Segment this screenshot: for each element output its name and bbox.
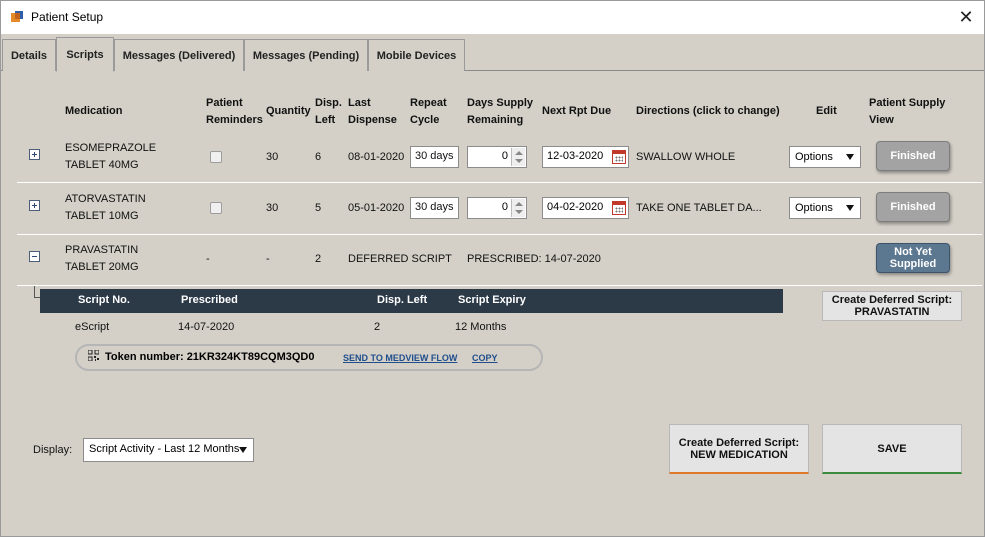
edit-options-select[interactable]: Options: [789, 146, 861, 168]
subgrid-col-script-no: Script No.: [78, 294, 130, 306]
window-title: Patient Setup: [31, 10, 104, 24]
directions-text[interactable]: SWALLOW WHOLE: [636, 149, 735, 166]
row-divider: [17, 285, 982, 286]
last-dispense-value: 05-01-2020: [348, 202, 405, 214]
tab-scripts[interactable]: Scripts: [56, 37, 114, 72]
tab-mobile-devices[interactable]: Mobile Devices: [368, 39, 465, 71]
script-subgrid-header: Script No. Prescribed Disp. Left Script …: [40, 289, 783, 313]
app-icon: [11, 11, 23, 22]
expand-row-atorvastatin[interactable]: [29, 200, 40, 211]
patient-reminders-checkbox[interactable]: [210, 151, 222, 163]
create-deferred-script-pravastatin-button[interactable]: Create Deferred Script: PRAVASTATIN: [822, 291, 962, 321]
subgrid-col-prescribed: Prescribed: [181, 294, 238, 306]
next-rpt-due-date-field[interactable]: 12-03-2020: [542, 146, 629, 168]
subgrid-disp-left: 2: [374, 321, 381, 333]
expand-row-esomeprazole[interactable]: [29, 149, 40, 160]
patient-setup-window: Patient Setup ✕ Details Scripts Messages…: [0, 0, 985, 537]
chevron-down-icon: [846, 154, 854, 160]
col-repeat-cycle-1: Repeat: [410, 97, 447, 109]
days-supply-stepper[interactable]: 0: [467, 146, 527, 168]
medication-name: PRAVASTATIN: [65, 244, 139, 256]
row-divider: [17, 234, 982, 235]
token-box: Token number: 21KR324KT89CQM3QD0 SEND TO…: [75, 344, 543, 371]
send-to-medview-flow-link[interactable]: SEND TO MEDVIEW FLOW: [343, 353, 457, 363]
collapse-row-pravastatin[interactable]: [29, 251, 40, 262]
supply-status-button[interactable]: Not Yet Supplied: [876, 243, 950, 273]
next-rpt-due-date-field[interactable]: 04-02-2020: [542, 197, 629, 219]
title-bar: Patient Setup ✕: [1, 1, 984, 34]
close-icon[interactable]: ✕: [956, 7, 976, 27]
display-filter-select[interactable]: Script Activity - Last 12 Months: [83, 438, 254, 462]
chevron-down-icon: [239, 447, 247, 453]
tab-details[interactable]: Details: [2, 39, 56, 71]
disp-left-value: 5: [315, 202, 322, 214]
col-last-dispense-2: Dispense: [348, 114, 397, 126]
supply-status-button[interactable]: Finished: [876, 141, 950, 171]
prescribed-date: PRESCRIBED: 14-07-2020: [467, 253, 601, 265]
calendar-icon[interactable]: [612, 201, 626, 215]
row-divider: [17, 182, 982, 183]
col-patient-reminders-2: Reminders: [206, 114, 263, 126]
days-supply-stepper[interactable]: 0: [467, 197, 527, 219]
medication-form: TABLET 40MG: [65, 159, 139, 171]
col-patient-reminders-1: Patient: [206, 97, 243, 109]
subgrid-col-disp-left: Disp. Left: [377, 294, 428, 306]
repeat-cycle-input[interactable]: 30 days: [410, 197, 459, 219]
col-directions: Directions (click to change): [636, 105, 780, 117]
calendar-icon[interactable]: [612, 150, 626, 164]
quantity-value: 30: [266, 202, 279, 214]
display-label: Display:: [33, 444, 73, 456]
col-patient-supply-1: Patient Supply: [869, 97, 946, 109]
tab-messages-pending[interactable]: Messages (Pending): [244, 39, 368, 71]
copy-token-link[interactable]: COPY: [472, 353, 498, 363]
tab-strip: Details Scripts Messages (Delivered) Mes…: [1, 37, 984, 72]
stepper-arrows-icon[interactable]: [511, 148, 525, 166]
col-patient-supply-2: View: [869, 114, 894, 126]
col-disp-left-2: Left: [315, 114, 336, 126]
save-button[interactable]: SAVE: [822, 424, 962, 474]
deferred-script-label: DEFERRED SCRIPT: [348, 253, 452, 265]
medication-name: ESOMEPRAZOLE: [65, 142, 157, 154]
directions-text[interactable]: TAKE ONE TABLET DA...: [636, 200, 762, 217]
medication-form: TABLET 10MG: [65, 210, 139, 222]
supply-status-button[interactable]: Finished: [876, 192, 950, 222]
col-edit: Edit: [816, 105, 837, 117]
col-quantity: Quantity: [266, 105, 311, 117]
create-deferred-script-new-medication-button[interactable]: Create Deferred Script: NEW MEDICATION: [669, 424, 809, 474]
chevron-down-icon: [846, 205, 854, 211]
quantity-value: 30: [266, 151, 279, 163]
subgrid-expiry: 12 Months: [455, 321, 507, 333]
disp-left-value: 6: [315, 151, 322, 163]
repeat-cycle-input[interactable]: 30 days: [410, 146, 459, 168]
col-days-supply-1: Days Supply: [467, 97, 534, 109]
edit-options-select[interactable]: Options: [789, 197, 861, 219]
subgrid-col-expiry: Script Expiry: [458, 294, 526, 306]
token-number: Token number: 21KR324KT89CQM3QD0: [105, 351, 315, 363]
col-medication: Medication: [65, 105, 123, 117]
col-last-dispense-1: Last: [348, 97, 371, 109]
disp-left-value: 2: [315, 253, 322, 265]
col-repeat-cycle-2: Cycle: [410, 114, 440, 126]
medication-form: TABLET 20MG: [65, 261, 139, 273]
patient-reminders-value: -: [206, 253, 210, 265]
subgrid-prescribed: 14-07-2020: [178, 321, 235, 333]
stepper-arrows-icon[interactable]: [511, 199, 525, 217]
medication-name: ATORVASTATIN: [65, 193, 146, 205]
last-dispense-value: 08-01-2020: [348, 151, 405, 163]
quantity-value: -: [266, 253, 270, 265]
subgrid-script-no: eScript: [75, 321, 110, 333]
qr-code-icon: [88, 350, 99, 361]
col-next-rpt-due: Next Rpt Due: [542, 105, 612, 117]
col-days-supply-2: Remaining: [467, 114, 524, 126]
tab-messages-delivered[interactable]: Messages (Delivered): [114, 39, 244, 71]
patient-reminders-checkbox[interactable]: [210, 202, 222, 214]
col-disp-left-1: Disp.: [315, 97, 342, 109]
